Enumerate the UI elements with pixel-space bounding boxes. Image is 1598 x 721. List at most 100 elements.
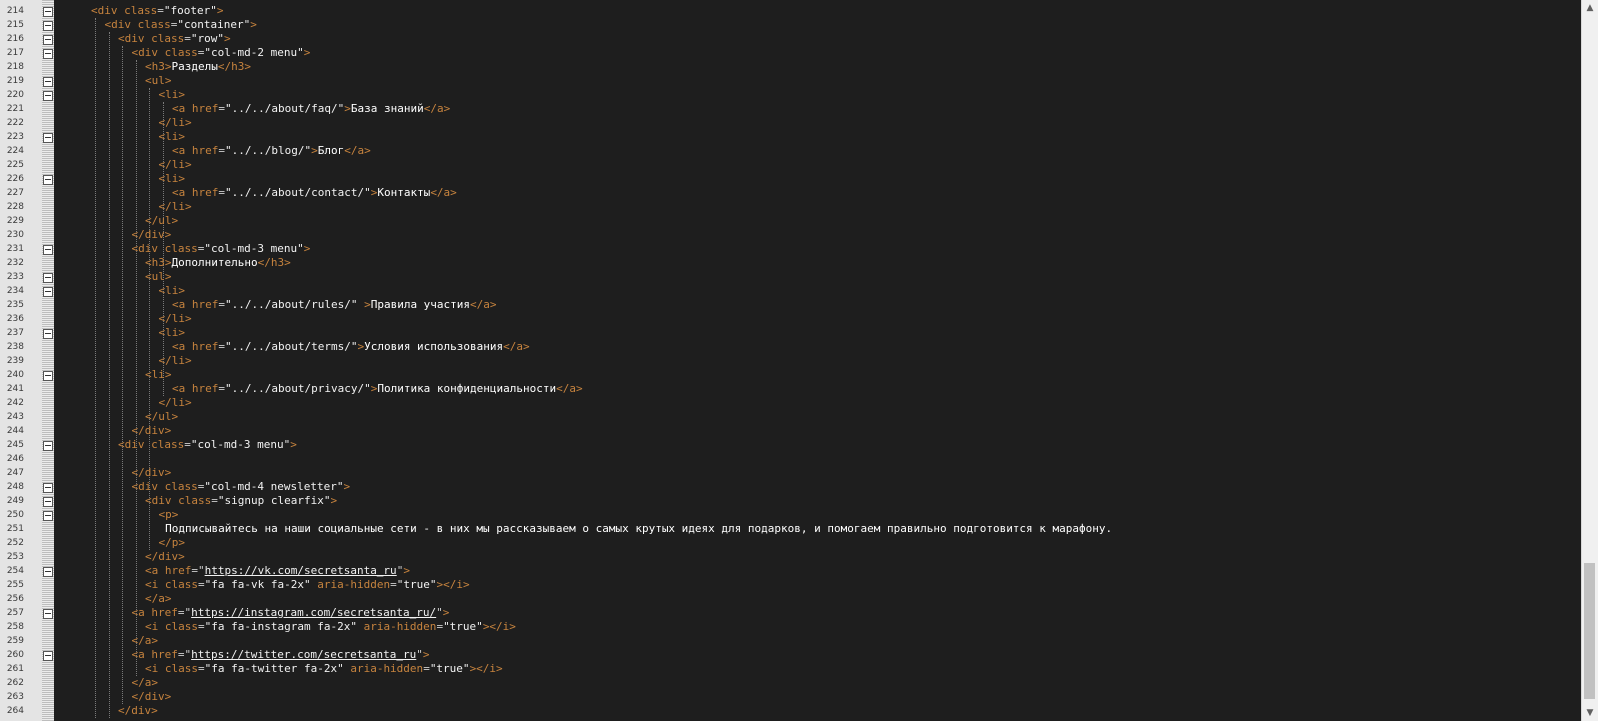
code-content: </ul> [145,410,178,424]
fold-toggle-icon[interactable] [43,371,53,381]
fold-toggle-icon[interactable] [43,35,53,45]
fold-toggle-icon[interactable] [43,77,53,87]
code-line[interactable]: 230 </div> [0,228,1582,242]
code-line[interactable]: 225 </li> [0,158,1582,172]
fold-toggle-icon[interactable] [43,133,53,143]
code-line[interactable]: 235 <a href="../../about/rules/" >Правила… [0,298,1582,312]
fold-toggle-icon[interactable] [43,511,53,521]
fold-toggle-icon[interactable] [43,7,53,17]
code-line[interactable]: 259 </a> [0,634,1582,648]
code-line[interactable]: 232 <h3>Дополнительно</h3> [0,256,1582,270]
code-line[interactable]: 257 <a href="https://instagram.com/secret… [0,606,1582,620]
code-line[interactable]: 231 <div class="col-md-3 menu"> [0,242,1582,256]
code-content: <a href="https://instagram.com/secretsan… [132,606,450,620]
vertical-scrollbar[interactable]: ▲ ▼ [1581,0,1598,721]
code-line[interactable]: 252 </p> [0,536,1582,550]
code-content: <div class="signup clearfix"> [145,494,337,508]
code-line[interactable]: 248 <div class="col-md-4 newsletter"> [0,480,1582,494]
code-line[interactable]: 245 <div class="col-md-3 menu"> [0,438,1582,452]
fold-toggle-icon[interactable] [43,21,53,31]
fold-toggle-icon[interactable] [43,651,53,661]
code-line[interactable]: 247 </div> [0,466,1582,480]
code-line[interactable]: 244 </div> [0,424,1582,438]
code-line[interactable]: 241 <a href="../../about/privacy/">Полити… [0,382,1582,396]
code-token: class [164,662,198,675]
code-link[interactable]: https://twitter.com/secretsanta_ru [191,648,416,661]
code-link[interactable]: https://vk.com/secretsanta_ru [205,564,397,577]
line-number: 238 [6,342,24,352]
code-line[interactable]: 216 <div class="row"> [0,32,1582,46]
line-number: 220 [6,90,24,100]
code-line[interactable]: 240 <li> [0,368,1582,382]
code-token: <a [131,648,152,661]
scroll-down-arrow-icon[interactable]: ▼ [1582,705,1598,721]
fold-toggle-icon[interactable] [43,175,53,185]
code-line[interactable]: 236 </li> [0,312,1582,326]
code-content: </div> [118,704,158,718]
code-line[interactable]: 251 Подписывайтесь на наши социальные се… [0,522,1582,536]
code-token: class [151,438,185,451]
code-content: <div class="col-md-3 menu"> [132,242,311,256]
code-line[interactable]: 264 </div> [0,704,1582,718]
code-line[interactable]: 214 <div class="footer"> [0,4,1582,18]
code-token: <a [145,564,165,577]
code-link[interactable]: https://instagram.com/secretsanta_ru/ [191,606,436,619]
code-line[interactable]: 227 <a href="../../about/contact/">Контак… [0,186,1582,200]
code-line[interactable]: 260 <a href="https://twitter.com/secretsa… [0,648,1582,662]
scroll-up-arrow-icon[interactable]: ▲ [1582,0,1598,16]
code-line[interactable]: 224 <a href="../../blog/">Блог</a> [0,144,1582,158]
code-line[interactable]: 226 <li> [0,172,1582,186]
code-line[interactable]: 249 <div class="signup clearfix"> [0,494,1582,508]
code-line[interactable]: 246 [0,452,1582,466]
fold-toggle-icon[interactable] [43,609,53,619]
code-line[interactable]: 237 <li> [0,326,1582,340]
code-line[interactable]: 254 <a href="https://vk.com/secretsanta_r… [0,564,1582,578]
code-line[interactable]: 221 <a href="../../about/faq/">База знани… [0,102,1582,116]
code-line[interactable]: 215 <div class="container"> [0,18,1582,32]
code-token: <a [172,186,192,199]
code-line[interactable]: 234 <li> [0,284,1582,298]
code-content: </div> [132,228,172,242]
code-line[interactable]: 219 <ul> [0,74,1582,88]
fold-toggle-icon[interactable] [43,567,53,577]
code-line[interactable]: 261 <i class="fa fa-twitter fa-2x" aria-h… [0,662,1582,676]
code-line[interactable]: 218 <h3>Разделы</h3> [0,60,1582,74]
code-line[interactable]: 238 <a href="../../about/terms/">Условия … [0,340,1582,354]
code-editor[interactable]: 214 <div class="footer"> 215 <div class="co… [0,0,1598,721]
fold-toggle-icon[interactable] [43,273,53,283]
code-content: <div class="row"> [118,32,231,46]
fold-toggle-icon[interactable] [43,441,53,451]
code-line[interactable]: 233 <ul> [0,270,1582,284]
fold-toggle-icon[interactable] [43,49,53,59]
fold-toggle-icon[interactable] [43,287,53,297]
code-line[interactable]: 223 <li> [0,130,1582,144]
line-number: 246 [6,454,24,464]
code-line[interactable]: 253 </div> [0,550,1582,564]
fold-toggle-icon[interactable] [43,91,53,101]
code-line[interactable]: 258 <i class="fa fa-instagram fa-2x" aria… [0,620,1582,634]
code-line[interactable]: 239 </li> [0,354,1582,368]
code-text-area[interactable]: 214 <div class="footer"> 215 <div class="co… [0,4,1582,718]
code-line[interactable]: 262 </a> [0,676,1582,690]
fold-toggle-icon[interactable] [43,483,53,493]
fold-toggle-icon[interactable] [43,245,53,255]
line-number: 218 [6,62,24,72]
line-number: 260 [6,650,24,660]
code-line[interactable]: 242 </li> [0,396,1582,410]
code-line[interactable]: 229 </ul> [0,214,1582,228]
code-line[interactable]: 263 </div> [0,690,1582,704]
code-line[interactable]: 256 </a> [0,592,1582,606]
code-line[interactable]: 217 <div class="col-md-2 menu"> [0,46,1582,60]
line-number: 231 [6,244,24,254]
code-line[interactable]: 228 </li> [0,200,1582,214]
code-line[interactable]: 222 </li> [0,116,1582,130]
fold-toggle-icon[interactable] [43,329,53,339]
code-line[interactable]: 220 <li> [0,88,1582,102]
code-line[interactable]: 250 <p> [0,508,1582,522]
code-content: <p> [159,508,179,522]
code-token: class [151,32,185,45]
code-line[interactable]: 243 </ul> [0,410,1582,424]
fold-toggle-icon[interactable] [43,497,53,507]
code-line[interactable]: 255 <i class="fa fa-vk fa-2x" aria-hidden… [0,578,1582,592]
scrollbar-thumb[interactable] [1584,563,1595,699]
